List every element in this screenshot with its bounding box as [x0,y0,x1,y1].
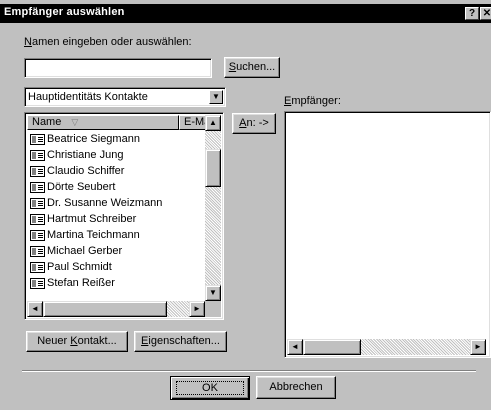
contact-rows: Beatrice Siegmann Christiane Jung Claudi… [27,131,205,291]
ok-button[interactable]: OK [170,376,250,400]
sort-descending-icon: ▽ [71,117,79,127]
contact-card-icon [30,262,45,273]
addressbook-select[interactable]: Hauptidentitäts Kontakte ▼ [24,87,226,107]
contact-card-icon [30,230,45,241]
new-contact-button[interactable]: Neuer Kontakt... [26,331,128,352]
contact-card-icon [30,278,45,289]
horizontal-scroll-thumb[interactable] [43,301,167,317]
search-input[interactable] [24,58,212,78]
contact-row[interactable]: Martina Teichmann [27,227,205,243]
contact-card-icon [30,134,45,145]
contact-row[interactable]: Beatrice Siegmann [27,131,205,147]
contact-card-icon [30,214,45,225]
vertical-scrollbar[interactable] [205,115,221,301]
contact-row[interactable]: Michael Gerber [27,243,205,259]
contact-card-icon [30,150,45,161]
recipients-scroll-left-icon[interactable]: ◄ [287,339,303,355]
window-title: Empfänger auswählen [4,6,125,18]
scroll-left-icon[interactable]: ◄ [27,301,43,317]
addressbook-selected-value: Hauptidentitäts Kontakte [28,91,148,103]
title-bar: Empfänger auswählen ? ✕ [0,4,491,23]
contact-list[interactable]: Name ▽ E-Ma Beatrice Siegmann Christiane … [24,112,224,320]
dropdown-arrow-icon[interactable]: ▼ [209,90,223,104]
scrollbar-corner [205,301,221,317]
add-to-recipients-button[interactable]: An: -> [232,113,276,134]
close-button[interactable]: ✕ [480,7,491,20]
search-prompt-label: Namen eingeben oder auswählen: [24,36,192,48]
column-header-name[interactable]: Name ▽ [27,115,179,130]
select-recipients-dialog: Empfänger auswählen ? ✕ Namen eingeben o… [0,0,491,410]
contact-row[interactable]: Christiane Jung [27,147,205,163]
scroll-up-icon[interactable]: ▲ [205,115,221,131]
contact-card-icon [30,166,45,177]
recipients-horizontal-scroll-thumb[interactable] [303,339,361,355]
recipients-list[interactable]: ◄ ► [284,111,491,358]
cancel-button[interactable]: Abbrechen [256,376,336,399]
contact-row[interactable]: Dr. Susanne Weizmann [27,195,205,211]
contact-row[interactable]: Stefan Reißer [27,275,205,291]
contact-card-icon [30,182,45,193]
properties-button[interactable]: Eigenschaften... [134,331,227,352]
help-button[interactable]: ? [465,7,479,20]
search-button[interactable]: Suchen... [224,57,280,78]
contact-card-icon [30,198,45,209]
contact-row[interactable]: Hartmut Schreiber [27,211,205,227]
recipients-label: Empfänger: [284,95,341,107]
vertical-scroll-thumb[interactable] [205,149,221,187]
contact-row[interactable]: Claudio Schiffer [27,163,205,179]
contact-card-icon [30,246,45,257]
scroll-right-icon[interactable]: ► [189,301,205,317]
contact-row[interactable]: Dörte Seubert [27,179,205,195]
contact-row[interactable]: Paul Schmidt [27,259,205,275]
recipients-scroll-right-icon[interactable]: ► [470,339,486,355]
scroll-down-icon[interactable]: ▼ [205,285,221,301]
